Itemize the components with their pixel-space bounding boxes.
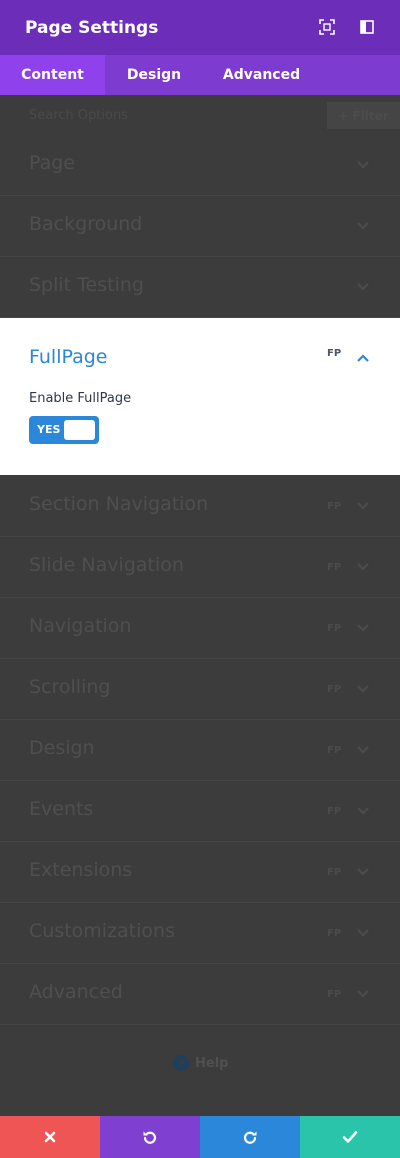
expand-icon[interactable]	[319, 19, 335, 35]
close-icon	[44, 1131, 56, 1143]
check-icon	[342, 1131, 358, 1143]
help-label: Help	[195, 1055, 229, 1071]
section-label: Navigation	[29, 615, 132, 637]
section-row-navigation[interactable]: Navigation FP	[0, 598, 400, 659]
fp-badge: FP	[327, 806, 342, 817]
redo-button[interactable]	[200, 1116, 300, 1158]
section-label: Scrolling	[29, 676, 111, 698]
undo-button[interactable]	[100, 1116, 200, 1158]
section-row-page[interactable]: Page	[0, 135, 400, 196]
section-row-slide-navigation[interactable]: Slide Navigation FP	[0, 537, 400, 598]
section-label: Extensions	[29, 859, 133, 881]
section-label: Background	[29, 213, 143, 235]
enable-fullpage-label: Enable FullPage	[29, 391, 132, 406]
chevron-down-icon	[357, 563, 369, 571]
footer-action-bar	[0, 1116, 400, 1158]
undo-icon	[143, 1131, 157, 1144]
section-label: Section Navigation	[29, 493, 209, 515]
chevron-down-icon	[357, 685, 369, 693]
chevron-down-icon	[357, 807, 369, 815]
fp-badge: FP	[327, 348, 342, 359]
chevron-down-icon	[357, 746, 369, 754]
toggle-value: YES	[37, 423, 61, 436]
section-row-advanced[interactable]: Advanced FP	[0, 964, 400, 1025]
chevron-up-icon[interactable]	[355, 351, 371, 365]
chevron-down-icon	[357, 990, 369, 998]
save-button[interactable]	[300, 1116, 400, 1158]
discard-button[interactable]	[0, 1116, 100, 1158]
fullpage-title[interactable]: FullPage	[29, 346, 108, 368]
filter-button[interactable]: + Filter	[327, 102, 400, 129]
section-row-customizations[interactable]: Customizations FP	[0, 903, 400, 964]
section-label: Events	[29, 798, 94, 820]
fp-badge: FP	[327, 623, 342, 634]
section-row-extensions[interactable]: Extensions FP	[0, 842, 400, 903]
section-row-events[interactable]: Events FP	[0, 781, 400, 842]
section-row-section-navigation[interactable]: Section Navigation FP	[0, 476, 400, 537]
section-label: Design	[29, 737, 95, 759]
fp-badge: FP	[327, 867, 342, 878]
fp-badge: FP	[327, 684, 342, 695]
redo-icon	[243, 1131, 257, 1144]
chevron-down-icon	[357, 502, 369, 510]
chevron-down-icon	[357, 868, 369, 876]
enable-fullpage-toggle[interactable]: YES	[29, 416, 99, 444]
fp-badge: FP	[327, 928, 342, 939]
fp-badge: FP	[327, 562, 342, 573]
search-input[interactable]: Search Options	[29, 108, 128, 123]
chevron-down-icon	[357, 929, 369, 937]
fp-badge: FP	[327, 745, 342, 756]
section-row-background[interactable]: Background	[0, 196, 400, 257]
chevron-down-icon	[357, 161, 369, 169]
section-label: Slide Navigation	[29, 554, 184, 576]
section-label: Split Testing	[29, 274, 144, 296]
tab-design[interactable]: Design	[105, 55, 203, 95]
page-title: Page Settings	[25, 17, 159, 38]
chevron-down-icon	[357, 222, 369, 230]
help-icon: ?	[173, 1055, 189, 1071]
tab-bar: Content Design Advanced	[0, 55, 400, 95]
section-row-scrolling[interactable]: Scrolling FP	[0, 659, 400, 720]
modal-header: Page Settings	[0, 0, 400, 55]
section-row-split-testing[interactable]: Split Testing	[0, 257, 400, 318]
section-row-design[interactable]: Design FP	[0, 720, 400, 781]
tab-advanced[interactable]: Advanced	[203, 55, 320, 95]
section-label: Customizations	[29, 920, 175, 942]
section-label: Advanced	[29, 981, 123, 1003]
toggle-knob	[64, 420, 95, 440]
fp-badge: FP	[327, 989, 342, 1000]
chevron-down-icon	[357, 624, 369, 632]
fullpage-section: FullPage FP Enable FullPage YES	[0, 318, 400, 475]
section-label: Page	[29, 152, 75, 174]
split-view-icon[interactable]	[359, 19, 375, 35]
fp-badge: FP	[327, 501, 342, 512]
tab-content[interactable]: Content	[0, 55, 105, 95]
help-link[interactable]: ? Help	[173, 1055, 228, 1071]
chevron-down-icon	[357, 283, 369, 291]
